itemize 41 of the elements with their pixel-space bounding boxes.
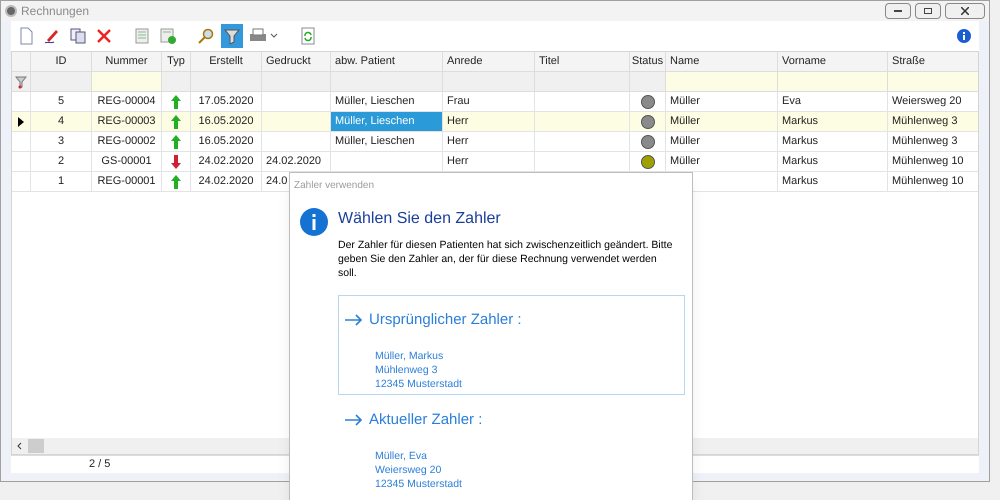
sheet-icon (133, 27, 151, 45)
app-icon (5, 5, 17, 17)
table-row[interactable]: 5 REG-00004 17.05.2020 Müller, Lieschen Frau Müller Eva Weiersweg 20 (12, 92, 978, 112)
toolbar-button[interactable] (221, 24, 243, 48)
filter-field[interactable] (888, 72, 978, 92)
pencil-icon (43, 27, 61, 45)
table-cell: Mühlenweg 10 (888, 172, 978, 192)
current-row-icon (18, 116, 24, 126)
window-title: Rechnungen (21, 3, 90, 20)
sheet-add-icon (159, 27, 177, 45)
arrow-right-icon (345, 414, 363, 426)
filter-field[interactable] (92, 72, 162, 92)
close-icon (961, 7, 969, 15)
filter-field[interactable] (666, 72, 778, 92)
table-cell: Markus (778, 172, 888, 192)
filter-icon (223, 27, 241, 45)
delete-icon (95, 27, 113, 45)
table-row[interactable]: 4 REG-00003 16.05.2020 Müller, Lieschen Herr Müller Markus Mühlenweg 3 (12, 112, 978, 132)
dialog-heading: Wählen Sie den Zahler (338, 209, 501, 229)
refresh-icon (299, 27, 317, 45)
payer-option[interactable]: Ursprünglicher Zahler : Müller, Markus Mühlenweg 3 12345 Musterstadt (338, 295, 685, 395)
copy-icon (69, 27, 87, 45)
table-cell: Müller, Lieschen (331, 112, 443, 132)
info-icon (957, 29, 971, 43)
search-icon (197, 27, 215, 45)
dialog-message: Der Zahler für diesen Patienten hat sich zwischenzeitlich geändert. Bitte geben Sie den Zahler an, der für diese Rechnung verwendet werden soll. (338, 238, 674, 280)
record-position: 2 / 5 (89, 457, 110, 472)
table-row[interactable]: 2 GS-00001 24.02.2020 24.02.2020 Herr Müller Markus Mühlenweg 10 (12, 152, 978, 172)
table-cell: 24.02.2020 (191, 172, 262, 192)
arrow-right-icon (345, 314, 363, 326)
table-cell: 1 (31, 172, 92, 192)
filter-icon (15, 74, 27, 88)
payer-option[interactable]: Aktueller Zahler : Müller, Eva Weiersweg 20 12345 Musterstadt (338, 395, 685, 495)
table-row[interactable]: 3 REG-00002 16.05.2020 Müller, Lieschen Herr Müller Markus Mühlenweg 3 (12, 132, 978, 152)
filter-field[interactable] (778, 72, 888, 92)
close-button[interactable] (945, 3, 985, 19)
maximize-button[interactable] (915, 3, 941, 19)
table-cell: REG-00001 (92, 172, 162, 192)
scrollbar-thumb[interactable] (28, 439, 44, 453)
info-icon (300, 208, 328, 236)
minimize-button[interactable] (885, 3, 911, 19)
